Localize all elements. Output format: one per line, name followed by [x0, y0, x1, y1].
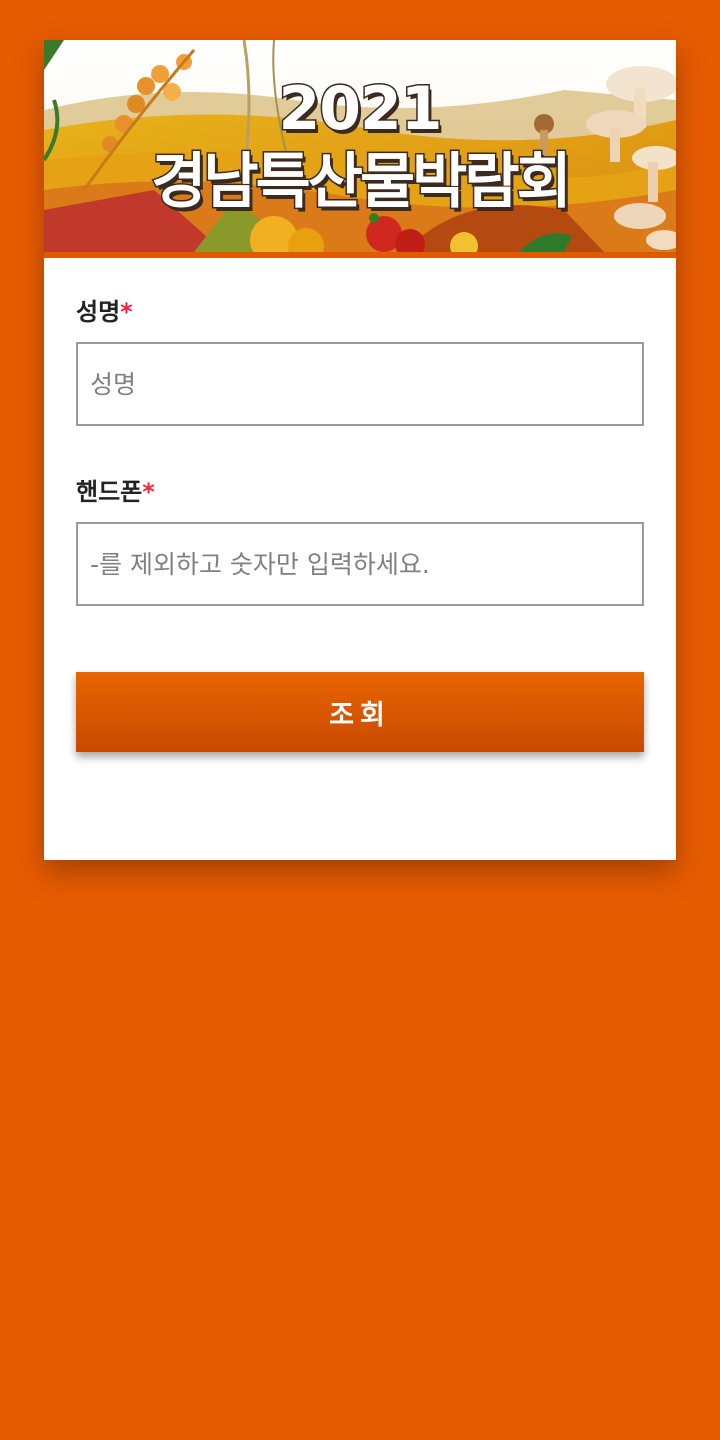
- banner-title: 경남특산물박람회: [150, 146, 574, 219]
- name-input[interactable]: [76, 342, 644, 426]
- phone-label-text: 핸드폰: [76, 478, 143, 506]
- lookup-button[interactable]: 조회: [76, 672, 644, 752]
- phone-input[interactable]: [76, 522, 644, 606]
- name-required-mark: *: [120, 298, 133, 326]
- name-label-text: 성명: [76, 298, 121, 326]
- name-label: 성명*: [76, 296, 133, 328]
- lookup-card: 2021 경남특산물박람회 성명* 핸드폰* 조회: [44, 40, 676, 860]
- phone-required-mark: *: [142, 478, 155, 506]
- banner-year: 2021: [277, 73, 444, 146]
- expo-banner: 2021 경남특산물박람회: [44, 40, 676, 258]
- phone-label: 핸드폰*: [76, 476, 155, 508]
